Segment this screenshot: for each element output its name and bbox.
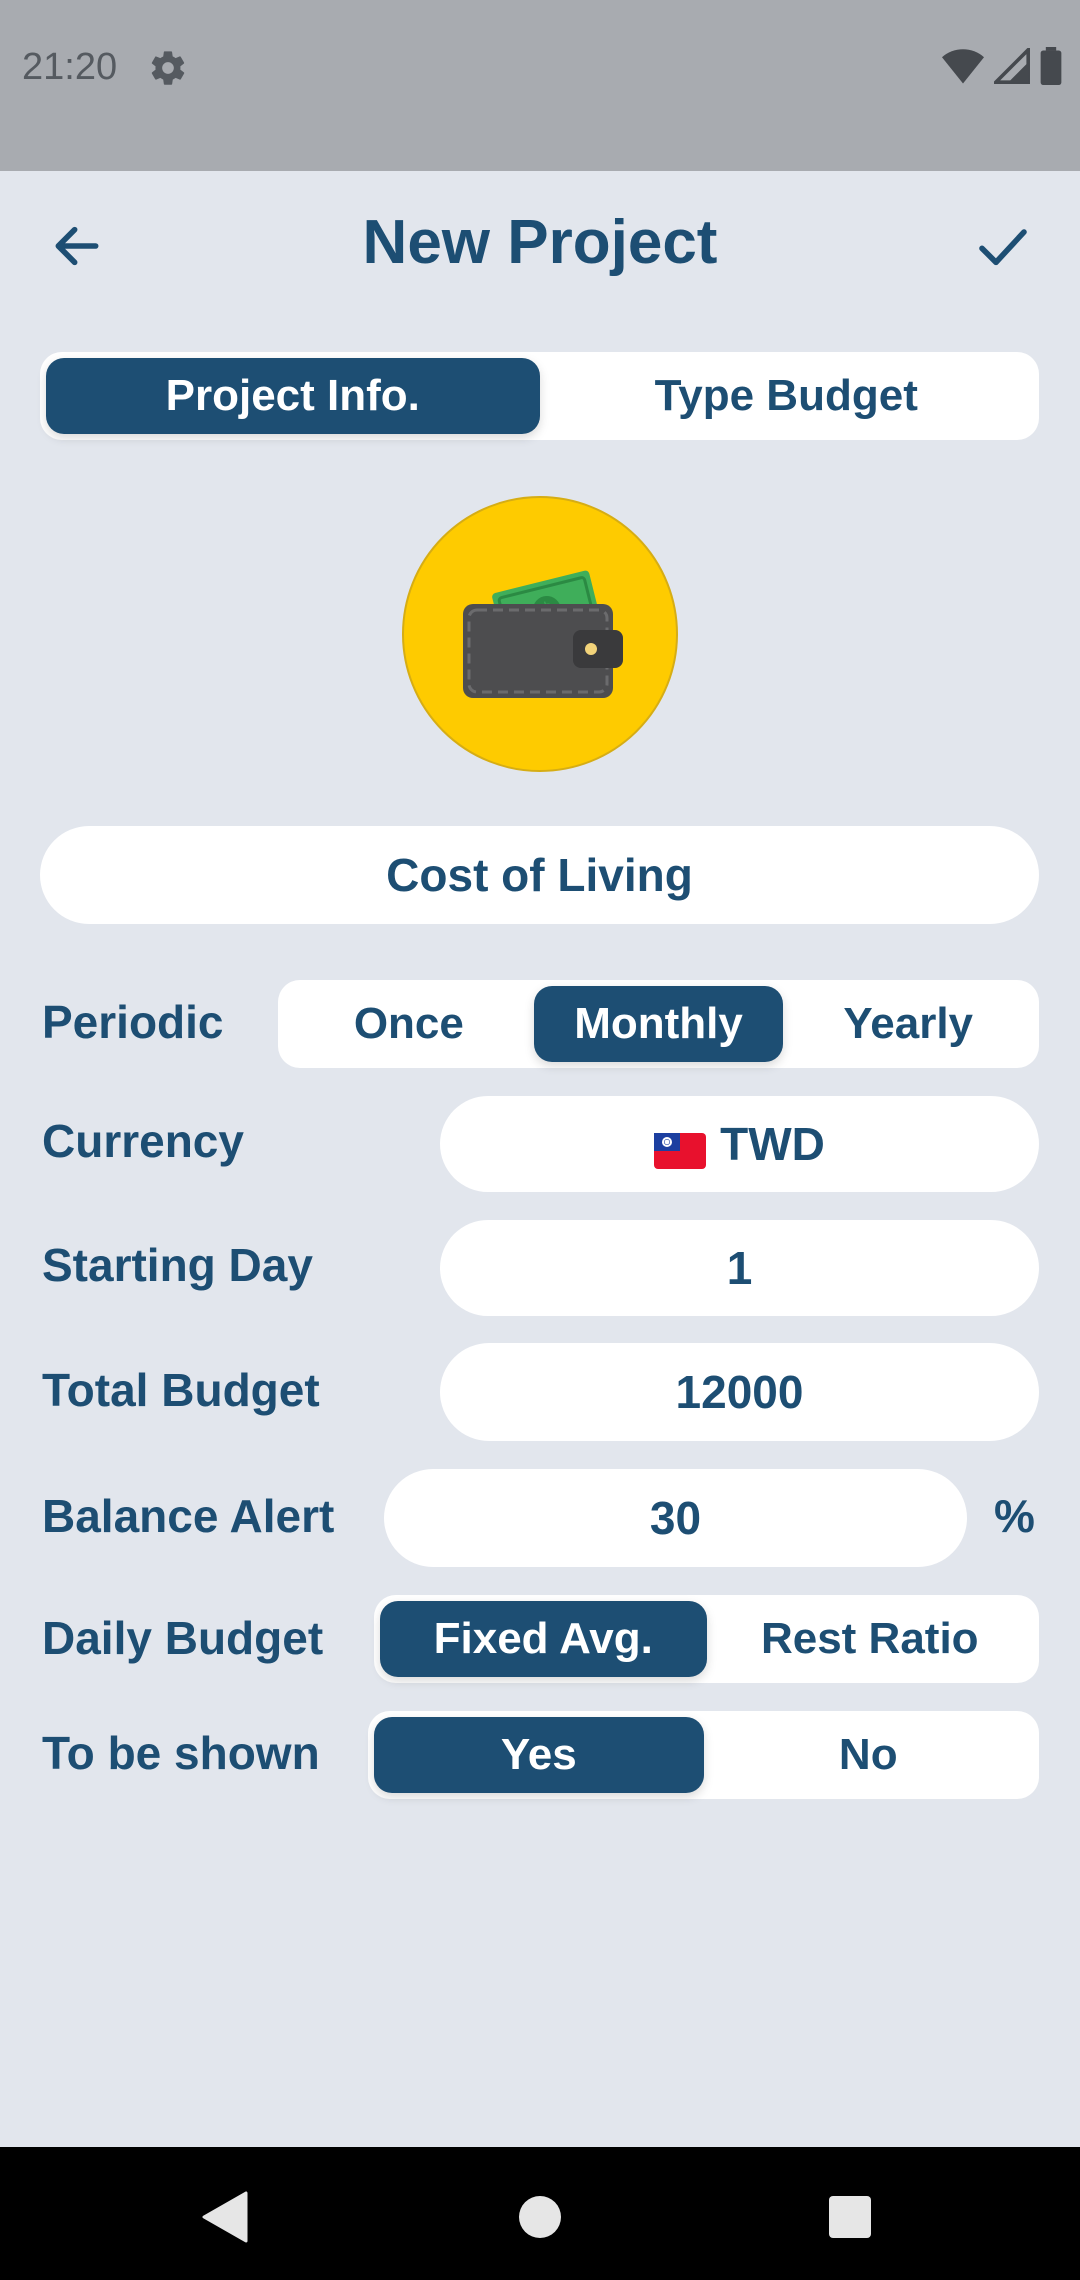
confirm-button[interactable] xyxy=(966,211,1040,285)
status-bar: 21:20 xyxy=(0,0,1080,171)
system-nav-bar xyxy=(0,2147,1080,2280)
tab-project-info[interactable]: Project Info. xyxy=(46,358,540,434)
currency-value: TWD xyxy=(720,1118,825,1170)
status-icons xyxy=(942,44,1062,90)
tab-type-budget[interactable]: Type Budget xyxy=(540,358,1034,434)
status-time: 21:20 xyxy=(22,46,118,88)
signal-icon xyxy=(991,44,1030,89)
project-icon-button[interactable]: $ xyxy=(402,496,678,772)
periodic-selector: Once Monthly Yearly xyxy=(278,980,1039,1068)
starting-day-input[interactable]: 1 xyxy=(440,1220,1039,1316)
check-icon xyxy=(975,218,1031,279)
currency-label: Currency xyxy=(42,1115,244,1167)
periodic-label: Periodic xyxy=(42,996,224,1048)
project-name-input[interactable]: Cost of Living xyxy=(40,826,1039,924)
balance-alert-unit: % xyxy=(994,1490,1035,1542)
page-title: New Project xyxy=(362,208,718,277)
daily-budget-label: Daily Budget xyxy=(42,1612,324,1664)
currency-select[interactable]: TWD xyxy=(440,1096,1039,1192)
taiwan-flag-icon xyxy=(654,1126,707,1169)
balance-alert-input[interactable]: 30 xyxy=(384,1469,967,1567)
daily-budget-selector: Fixed Avg. Rest Ratio xyxy=(374,1595,1039,1683)
periodic-option-yearly[interactable]: Yearly xyxy=(783,986,1033,1062)
battery-icon xyxy=(1040,46,1062,90)
wifi-icon xyxy=(942,48,984,89)
starting-day-label: Starting Day xyxy=(42,1239,313,1291)
daily-budget-option-rest-ratio[interactable]: Rest Ratio xyxy=(707,1601,1034,1677)
wallet-icon: $ xyxy=(455,562,625,707)
daily-budget-option-fixed-avg[interactable]: Fixed Avg. xyxy=(380,1601,707,1677)
to-be-shown-label: To be shown xyxy=(42,1727,320,1779)
periodic-option-once[interactable]: Once xyxy=(284,986,534,1062)
to-be-shown-option-yes[interactable]: Yes xyxy=(374,1717,704,1793)
back-triangle-icon[interactable] xyxy=(195,2187,255,2247)
home-circle-icon[interactable] xyxy=(510,2187,570,2247)
recents-square-icon[interactable] xyxy=(820,2187,880,2247)
to-be-shown-selector: Yes No xyxy=(368,1711,1039,1799)
gear-icon xyxy=(148,48,188,88)
total-budget-label: Total Budget xyxy=(42,1364,320,1416)
total-budget-input[interactable]: 12000 xyxy=(440,1343,1039,1441)
tab-bar: Project Info. Type Budget xyxy=(40,352,1039,440)
periodic-option-monthly[interactable]: Monthly xyxy=(533,986,784,1062)
balance-alert-label: Balance Alert xyxy=(42,1490,335,1542)
app-header: New Project xyxy=(0,171,1080,321)
to-be-shown-option-no[interactable]: No xyxy=(704,1717,1034,1793)
